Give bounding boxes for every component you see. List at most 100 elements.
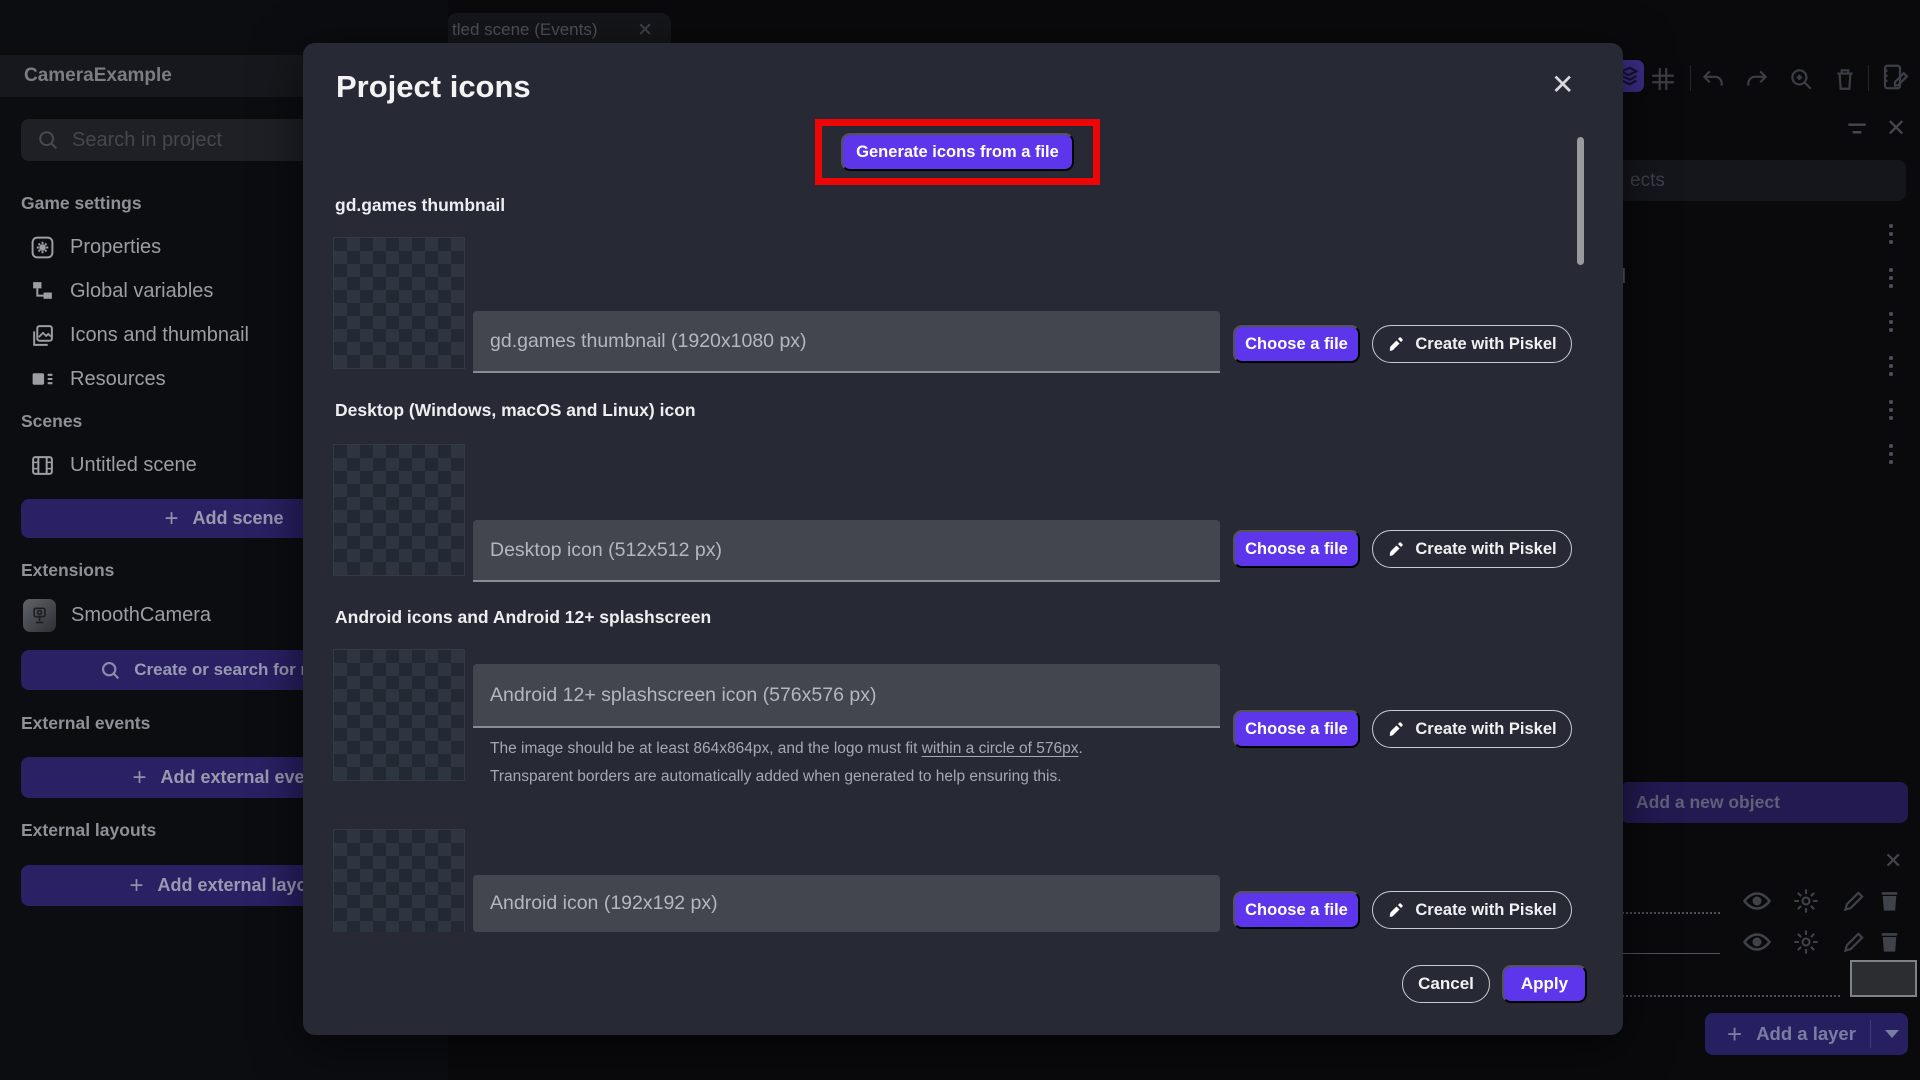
button-separator [1869,1020,1871,1048]
add-layer-button[interactable]: + Add a layer [1705,1013,1908,1055]
section-label-gdgames: gd.games thumbnail [335,195,506,215]
android-splash-helper-line1: The image should be at least 864x864px, … [490,740,1083,757]
section-extensions: Extensions [21,560,115,580]
redo-icon [1747,70,1768,86]
layer-visibility-icon[interactable] [1742,888,1772,919]
tab-scene-events[interactable]: tled scene (Events) ✕ [447,13,671,47]
apply-button[interactable]: Apply [1502,965,1587,1003]
choose-file-button[interactable]: Choose a file [1233,710,1360,748]
redo-button[interactable] [1744,66,1770,97]
toolbar-separator [1868,65,1869,91]
layers-divider [1622,995,1840,997]
smoothcamera-icon [23,598,56,632]
resources-icon [32,372,53,385]
create-with-piskel-button[interactable]: Create with Piskel [1372,325,1572,363]
generate-icons-button[interactable]: Generate icons from a file [841,133,1074,171]
layer-edit-icon[interactable] [1840,929,1868,960]
desktop-icon-preview [333,444,465,576]
project-title: CameraExample [24,65,172,86]
dialog-scroll-area: Generate icons from a file gd.games thum… [303,43,1623,932]
search-icon [39,131,57,149]
objects-search-input[interactable]: ects [1598,160,1906,201]
create-with-piskel-button[interactable]: Create with Piskel [1372,891,1572,929]
layer-effects-icon[interactable] [1792,887,1820,920]
search-placeholder: Search in project [72,128,223,151]
delete-button[interactable] [1832,66,1858,97]
android-splash-field[interactable]: Android 12+ splashscreen icon (576x576 p… [473,664,1220,728]
chevron-down-icon[interactable] [1884,1030,1899,1038]
sidebar-item-untitled-scene[interactable]: Untitled scene [30,450,197,480]
section-external-events: External events [21,713,151,733]
object-row-menu-icon[interactable] [1889,268,1893,288]
sidebar-item-resources[interactable]: Resources [30,364,166,394]
android-splash-helper-line2: Transparent borders are automatically ad… [490,768,1062,785]
toolbar-separator [1690,65,1691,91]
grid-tool-button[interactable] [1650,66,1676,97]
sidebar-item-properties[interactable]: Properties [30,232,161,262]
android-icon-preview [333,829,465,932]
zoom-in-icon [1791,69,1812,90]
sidebar-item-global-variables[interactable]: Global variables [30,276,213,306]
trash-icon [1837,69,1853,90]
notebook-edit-icon [1883,64,1909,90]
undo-button[interactable] [1700,66,1726,97]
choose-file-button[interactable]: Choose a file [1233,530,1360,568]
object-row-menu-icon[interactable] [1889,356,1893,376]
plus-icon: + [129,871,144,899]
plus-icon: + [1727,1018,1743,1049]
brush-icon [1387,902,1404,919]
brush-icon [1387,336,1404,353]
android-splash-preview [333,649,465,781]
plus-icon: + [164,504,179,532]
brush-icon [1387,541,1404,558]
helper-link: within a circle of 576px [921,740,1079,757]
create-with-piskel-button[interactable]: Create with Piskel [1372,530,1572,568]
tab-close-icon[interactable]: ✕ [637,19,653,41]
object-row-menu-icon[interactable] [1889,312,1893,332]
desktop-icon-field[interactable]: Desktop icon (512x512 px) [473,520,1220,582]
layer-name-underline [1622,912,1720,914]
section-label-desktop: Desktop (Windows, macOS and Linux) icon [335,400,696,420]
layer-name-underline [1622,953,1720,954]
gdgames-thumbnail-field[interactable]: gd.games thumbnail (1920x1080 px) [473,311,1220,373]
android-icon-field[interactable]: Android icon (192x192 px) [473,875,1220,932]
layer-visibility-icon[interactable] [1742,929,1772,960]
undo-icon [1702,70,1723,86]
edit-scene-button[interactable] [1880,62,1910,97]
choose-file-button[interactable]: Choose a file [1233,891,1360,929]
gdgames-thumbnail-preview [333,237,465,369]
brush-icon [1387,721,1404,738]
tab-label: tled scene (Events) [452,20,598,39]
objects-panel-close-icon[interactable]: ✕ [1886,114,1906,142]
zoom-in-button[interactable] [1788,66,1814,97]
add-new-object-button[interactable]: Add a new object [1620,782,1908,823]
create-with-piskel-button[interactable]: Create with Piskel [1372,710,1572,748]
sidebar-item-smoothcamera[interactable]: SmoothCamera [23,598,211,632]
sidebar-item-icons-and-thumbnail[interactable]: Icons and thumbnail [30,320,249,350]
layer-effects-icon[interactable] [1792,928,1820,961]
search-icon [102,661,120,679]
filmstrip-icon [32,455,53,475]
section-label-android: Android icons and Android 12+ splashscre… [335,607,712,627]
layer-delete-icon[interactable] [1876,887,1903,919]
grid-icon [1652,68,1674,90]
object-row-menu-icon[interactable] [1889,444,1893,464]
section-game-settings: Game settings [21,193,142,213]
section-scenes: Scenes [21,411,83,431]
section-external-layouts: External layouts [21,820,157,840]
hierarchy-icon [33,281,52,299]
choose-file-button[interactable]: Choose a file [1233,325,1360,363]
layer-delete-icon[interactable] [1876,928,1903,960]
layers-panel-close-icon[interactable]: ✕ [1884,849,1902,874]
filter-icon [1848,123,1866,134]
layer-thumbnail-box[interactable] [1850,960,1917,997]
object-row-menu-icon[interactable] [1889,224,1893,244]
cancel-button[interactable]: Cancel [1402,965,1490,1003]
filter-button[interactable] [1844,118,1870,145]
pictures-icon [33,324,53,346]
project-icons-dialog: Project icons ✕ Generate icons from a fi… [303,43,1623,1035]
layer-edit-icon[interactable] [1840,888,1868,919]
gdevelop-window: tled scene (Events) ✕ ✕ ects l d Add a [0,0,1920,1080]
object-row-menu-icon[interactable] [1889,400,1893,420]
gear-icon [31,236,54,258]
